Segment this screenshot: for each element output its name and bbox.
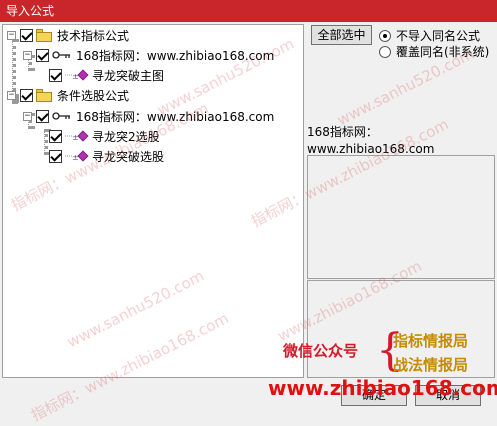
radio-label: 不导入同名公式 [396,29,481,43]
formula-checkbox[interactable] [49,149,62,163]
collapse-icon[interactable]: − [7,30,16,40]
description-line: www.zhibiao168.com [307,142,435,154]
tree-node-screener-group[interactable]: − 条件选股公式 [7,86,129,104]
formula-gem-icon: ± [65,69,89,81]
tree-node-label: 技术指标公式 [57,28,130,43]
collapse-icon[interactable]: − [7,90,16,100]
formula-gem-icon: ± [65,130,89,142]
radio-overwrite[interactable]: 覆盖同名(非系统) [379,43,489,60]
description-line: 168指标网： [307,125,378,139]
formula-tree[interactable]: − 技术指标公式 − 168指标网：www.zhibiao168.com ± 寻… [2,24,304,378]
promo-line: 战法情报局 [393,356,469,374]
radio-label: 覆盖同名(非系统) [396,45,490,59]
source-checkbox[interactable] [36,109,49,123]
promo-line: 指标情报局 [393,332,469,350]
collapse-icon[interactable]: − [23,111,32,121]
tree-node-label: 寻龙突2选股 [92,129,160,144]
tree-leaf-formula[interactable]: ± 寻龙突破主图 [49,66,164,84]
tree-node-label: 寻龙突破主图 [92,68,165,83]
promo-overlay: 微信公众号 { 指标情报局 战法情报局 [283,328,497,376]
tree-node-label: 条件选股公式 [57,88,130,103]
tree-node-indicator-group[interactable]: − 技术指标公式 [7,26,129,44]
svg-text:±: ± [72,133,79,142]
svg-text:±: ± [72,153,79,162]
formula-description: 168指标网： www.zhibiao168.com [307,124,495,154]
tree-node-indicator-source[interactable]: − 168指标网：www.zhibiao168.com [23,46,274,64]
formula-checkbox[interactable] [49,129,62,143]
tree-node-screener-source[interactable]: − 168指标网：www.zhibiao168.com [23,107,274,125]
collapse-icon[interactable]: − [23,50,32,60]
key-icon [52,51,70,59]
formula-checkbox[interactable] [49,68,62,82]
tree-node-label: 168指标网：www.zhibiao168.com [76,109,275,124]
tree-leaf-formula[interactable]: ± 寻龙突2选股 [49,127,160,145]
tree-node-label: 168指标网：www.zhibiao168.com [76,48,275,63]
radio-button[interactable] [379,29,391,42]
group-checkbox[interactable] [20,88,33,102]
radio-skip-duplicates[interactable]: 不导入同名公式 [379,27,480,44]
tree-leaf-formula[interactable]: ± 寻龙突破选股 [49,147,164,165]
radio-button[interactable] [379,45,391,58]
formula-detail-box[interactable] [307,155,495,279]
folder-icon [36,88,52,102]
folder-icon [36,28,52,42]
svg-text:±: ± [72,72,79,81]
select-all-button[interactable]: 全部选中 [311,25,372,45]
promo-url: www.zhibiao168.com [268,376,497,400]
wechat-label: 微信公众号 [283,342,359,360]
tree-node-label: 寻龙突破选股 [92,149,165,164]
window-title: 导入公式 [0,0,497,22]
source-checkbox[interactable] [36,48,49,62]
formula-gem-icon: ± [65,150,89,162]
group-checkbox[interactable] [20,28,33,42]
key-icon [52,112,70,120]
